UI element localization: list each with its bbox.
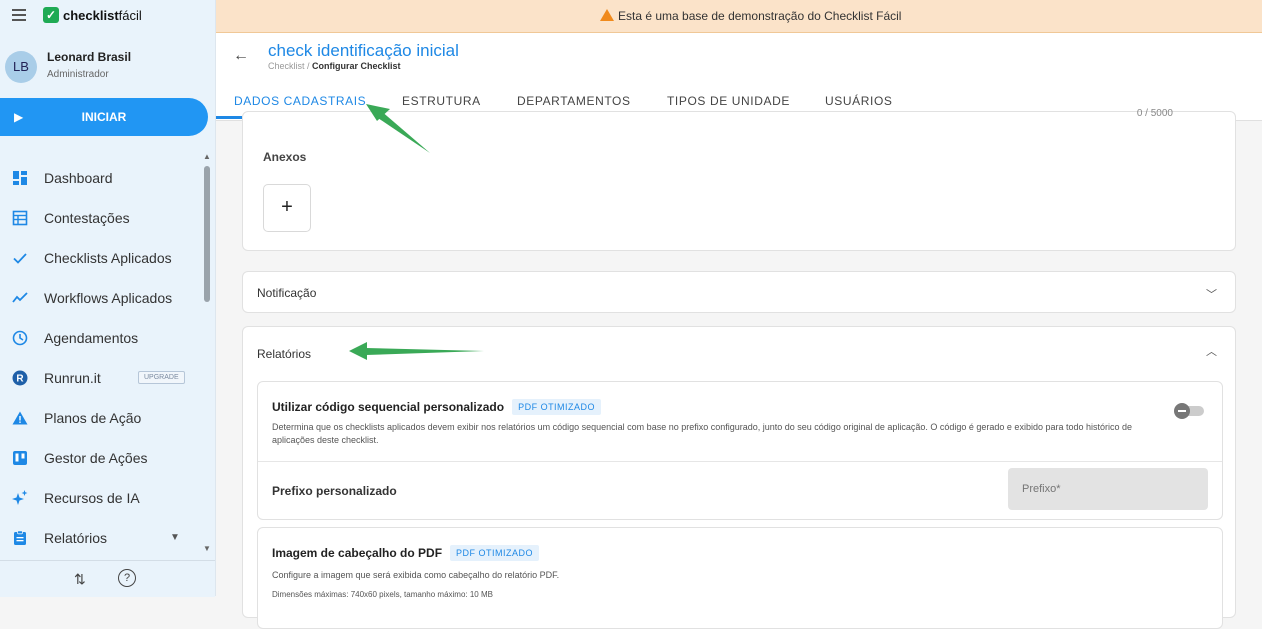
sequential-code-description: Determina que os checklists aplicados de… — [272, 422, 1133, 445]
chevron-up-icon[interactable]: ︿ — [1206, 343, 1217, 359]
start-button[interactable]: ▶ INICIAR — [0, 98, 208, 136]
sidebar: ✓ checklistfácil LB Leonard Brasil Admin… — [0, 0, 216, 597]
user-name: Leonard Brasil — [47, 50, 132, 64]
brand-bar: ✓ checklistfácil — [0, 0, 215, 32]
sidebar-item-dashboard[interactable]: Dashboard — [0, 158, 200, 198]
table-icon — [12, 210, 28, 226]
sidebar-item-label: Recursos de IA — [44, 490, 140, 506]
pdf-header-description: Configure a imagem que será exibida como… — [272, 570, 560, 580]
reports-section: Relatórios ︿ Utilizar código sequencial … — [242, 326, 1236, 629]
banner-text: Esta é uma base de demonstração do Check… — [618, 9, 902, 23]
logo-check-icon: ✓ — [43, 7, 59, 23]
sidebar-item-gestor-de-acoes[interactable]: Gestor de Ações — [0, 438, 200, 478]
scrollbar-thumb[interactable] — [204, 166, 210, 302]
trending-icon — [12, 290, 28, 306]
tab-departamentos[interactable]: DEPARTAMENTOS — [517, 94, 631, 108]
add-attachment-button[interactable]: + — [263, 184, 311, 232]
sequential-code-title: Utilizar código sequencial personalizado… — [272, 399, 602, 415]
tab-dados-cadastrais[interactable]: DADOS CADASTRAIS — [234, 94, 366, 108]
menu-icon[interactable] — [12, 9, 26, 24]
sidebar-item-label: Planos de Ação — [44, 410, 142, 426]
breadcrumb-link[interactable]: Checklist — [268, 61, 305, 71]
breadcrumb-separator: / — [304, 61, 313, 71]
sidebar-scrollbar[interactable]: ▲ ▼ — [202, 152, 212, 554]
warning-icon — [12, 410, 28, 426]
sidebar-item-label: Checklists Aplicados — [44, 250, 172, 266]
sidebar-item-label: Dashboard — [44, 170, 113, 186]
pdf-optimized-badge: PDF OTIMIZADO — [450, 545, 540, 561]
main-content: 0 / 5000 Anexos + Notificação ﹀ Relatóri… — [216, 108, 1262, 629]
warning-icon — [600, 9, 614, 21]
sidebar-item-workflows-aplicados[interactable]: Workflows Aplicados — [0, 278, 200, 318]
tab-usuarios[interactable]: USUÁRIOS — [825, 94, 892, 108]
tab-tipos-de-unidade[interactable]: TIPOS DE UNIDADE — [667, 94, 790, 108]
chevron-down-icon[interactable]: ▼ — [170, 532, 180, 543]
sidebar-item-agendamentos[interactable]: Agendamentos — [0, 318, 200, 358]
sidebar-nav: Dashboard Contestações Checklists Aplica… — [0, 158, 200, 558]
attachments-card: 0 / 5000 Anexos + — [242, 108, 1236, 251]
sidebar-item-label: Gestor de Ações — [44, 450, 148, 466]
sidebar-item-checklists-aplicados[interactable]: Checklists Aplicados — [0, 238, 200, 278]
report-icon — [12, 530, 28, 546]
pdf-header-panel: Imagem de cabeçalho do PDF PDF OTIMIZADO … — [257, 527, 1223, 629]
back-arrow-icon[interactable]: ← — [233, 47, 249, 65]
start-button-label: INICIAR — [81, 110, 127, 124]
reports-title: Relatórios — [257, 347, 312, 361]
help-icon[interactable]: ? — [118, 569, 136, 587]
sequential-code-toggle[interactable] — [1174, 403, 1204, 419]
runrun-icon: R — [12, 370, 28, 386]
notification-title: Notificação — [257, 286, 317, 300]
scroll-up-icon[interactable]: ▲ — [203, 152, 211, 161]
sidebar-item-planos-de-acao[interactable]: Planos de Ação — [0, 398, 200, 438]
sidebar-item-recursos-de-ia[interactable]: Recursos de IA — [0, 478, 200, 518]
sidebar-item-runrun[interactable]: R Runrun.it UPGRADE — [0, 358, 200, 398]
avatar[interactable]: LB — [5, 51, 37, 83]
page-title: check identificação inicial — [268, 41, 459, 60]
pdf-header-title: Imagem de cabeçalho do PDF PDF OTIMIZADO — [272, 545, 540, 561]
kanban-icon — [12, 450, 28, 466]
demo-banner: Esta é uma base de demonstração do Check… — [216, 0, 1262, 33]
sidebar-item-label: Workflows Aplicados — [44, 290, 173, 306]
char-counter: 0 / 5000 — [1136, 108, 1173, 119]
app-logo[interactable]: checklistfácil — [63, 8, 142, 23]
check-icon — [12, 250, 28, 266]
user-profile[interactable]: LB Leonard Brasil Administrador — [0, 44, 215, 94]
svg-text:R: R — [16, 374, 24, 385]
pdf-header-dimensions: Dimensões máximas: 740x60 pixels, tamanh… — [272, 590, 493, 599]
sidebar-footer: ⇅ ? — [0, 560, 215, 597]
tab-estrutura[interactable]: ESTRUTURA — [402, 94, 481, 108]
pdf-optimized-badge: PDF OTIMIZADO — [512, 399, 602, 415]
sidebar-item-label: Contestações — [44, 210, 130, 226]
prefix-label: Prefixo personalizado — [272, 484, 397, 498]
prefix-input[interactable] — [1008, 468, 1208, 510]
divider — [258, 461, 1222, 462]
sparkle-icon — [12, 490, 28, 506]
clock-icon — [12, 330, 28, 346]
sidebar-item-label: Agendamentos — [44, 330, 139, 346]
sidebar-item-label: Runrun.it — [44, 370, 101, 386]
sidebar-item-relatorios[interactable]: Relatórios ▼ — [0, 518, 200, 558]
scroll-down-icon[interactable]: ▼ — [203, 544, 211, 553]
page-header: ← check identificação inicial Checklist … — [216, 33, 1262, 121]
sidebar-item-contestacoes[interactable]: Contestações — [0, 198, 200, 238]
user-role: Administrador — [47, 69, 109, 80]
sequential-code-panel: Utilizar código sequencial personalizado… — [257, 381, 1223, 520]
notification-section[interactable]: Notificação ﹀ — [242, 271, 1236, 313]
dashboard-icon — [12, 170, 28, 186]
sidebar-item-label: Relatórios — [44, 530, 108, 546]
sort-icon[interactable]: ⇅ — [74, 571, 86, 588]
breadcrumb: Checklist / Configurar Checklist — [268, 61, 401, 71]
breadcrumb-current: Configurar Checklist — [312, 61, 401, 71]
chevron-down-icon[interactable]: ﹀ — [1206, 286, 1217, 302]
upgrade-badge[interactable]: UPGRADE — [138, 371, 185, 384]
attachments-label: Anexos — [263, 150, 307, 164]
